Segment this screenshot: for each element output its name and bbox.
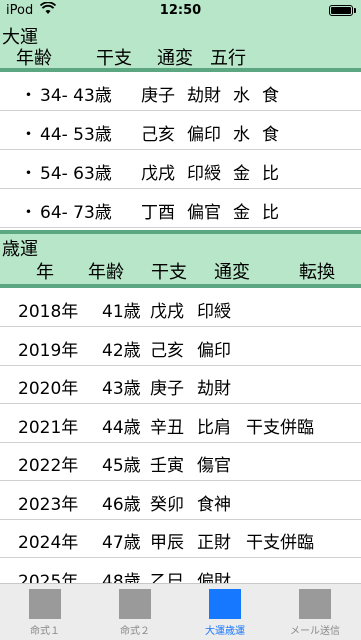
dayun-row[interactable]: ・ 44- 53歳 己亥 偏印水食	[0, 111, 361, 150]
year-row[interactable]: 2019年 42歳 己亥 偏印	[0, 327, 361, 366]
row-ganzhi: 辛丑	[150, 417, 184, 438]
row-year: 2022年	[18, 456, 79, 476]
row-tsuhen: 偏官	[187, 203, 221, 223]
saiun-column-header-row: 年 年齢 干支 通変 転換	[0, 258, 361, 288]
row-ganzhi: 戊戌	[141, 164, 175, 184]
col-age: 年齢	[88, 262, 124, 283]
tab-icon	[119, 589, 151, 619]
col-tsuhen: 通変	[214, 262, 250, 283]
row-relation: 食	[262, 86, 279, 106]
col-tsuhen: 通変	[157, 48, 193, 69]
row-tsuhen: 偏印	[197, 340, 231, 361]
row-ganzhi: 丁酉	[141, 203, 175, 223]
row-bullet: ・	[20, 86, 37, 106]
tab-icon	[29, 589, 61, 619]
row-age: 47歳	[102, 533, 141, 553]
clock: 12:50	[159, 3, 202, 18]
row-year: 2020年	[18, 379, 79, 399]
row-tsuhen: 傷官	[197, 456, 231, 476]
tab-label: 大運歳運	[205, 626, 245, 637]
dayun-row[interactable]: ・ 34- 43歳 庚子 劫財水食	[0, 72, 361, 111]
col-ganzhi: 干支	[96, 48, 132, 69]
tab-icon	[209, 589, 241, 619]
tab-meishiki1[interactable]: 命式１	[0, 584, 90, 640]
row-age: 45歳	[102, 456, 141, 476]
col-ganzhi: 干支	[151, 262, 187, 283]
row-tenkan: 干支併臨	[246, 417, 314, 438]
tab-bar: 命式１ 命式２ 大運歳運 メール送信	[0, 583, 361, 640]
col-age: 年齢	[16, 48, 52, 69]
saiun-header: 歳運	[0, 230, 361, 260]
col-gogyo: 五行	[210, 48, 246, 69]
row-relation: 比	[262, 164, 279, 184]
row-gogyo: 水	[233, 86, 250, 106]
status-bar: iPod 12:50	[0, 0, 361, 22]
row-tsuhen: 偏印	[187, 125, 221, 145]
row-year: 2018年	[18, 302, 79, 322]
dayun-row[interactable]: ・ 54- 63歳 戊戌 印綬金比	[0, 150, 361, 189]
tab-daiun-saiun[interactable]: 大運歳運	[180, 584, 270, 640]
row-gogyo: 金	[233, 203, 250, 223]
tab-mail[interactable]: メール送信	[270, 584, 360, 640]
col-year: 年	[36, 262, 54, 283]
row-tsuhen: 正財	[197, 533, 231, 553]
col-tenkan: 転換	[299, 262, 335, 283]
row-tsuhen: 印綬	[187, 164, 221, 184]
battery-icon	[329, 5, 353, 16]
row-tenkan: 干支併臨	[246, 533, 314, 553]
row-year: 2019年	[18, 340, 79, 361]
row-age: 34- 43歳	[40, 86, 112, 106]
row-ganzhi: 庚子	[141, 86, 175, 106]
row-age: 54- 63歳	[40, 164, 112, 184]
row-age: 43歳	[102, 379, 141, 399]
row-age: 41歳	[102, 302, 141, 322]
row-bullet: ・	[20, 203, 37, 223]
year-row[interactable]: 2018年 41歳 戊戌 印綬	[0, 288, 361, 327]
row-ganzhi: 壬寅	[150, 456, 184, 476]
row-relation: 食	[262, 125, 279, 145]
row-ganzhi: 己亥	[150, 340, 184, 361]
row-tsuhen: 印綬	[197, 302, 231, 322]
year-row[interactable]: 2022年 45歳 壬寅 傷官	[0, 442, 361, 481]
row-tsuhen: 劫財	[197, 379, 231, 399]
dayun-header: 大運 年齢 干支 通変 五行	[0, 22, 361, 72]
row-gogyo: 金	[233, 164, 250, 184]
row-ganzhi: 庚子	[150, 379, 184, 399]
row-age: 44- 53歳	[40, 125, 112, 145]
tab-label: メール送信	[290, 626, 340, 637]
tab-label: 命式２	[120, 626, 150, 637]
year-row[interactable]: 2021年 44歳 辛丑 比肩 干支併臨	[0, 404, 361, 443]
row-year: 2021年	[18, 417, 79, 438]
row-ganzhi: 己亥	[141, 125, 175, 145]
row-age: 42歳	[102, 340, 141, 361]
tab-label: 命式１	[30, 626, 60, 637]
tab-meishiki2[interactable]: 命式２	[90, 584, 180, 640]
dayun-row[interactable]: ・ 64- 73歳 丁酉 偏官金比	[0, 189, 361, 228]
year-row[interactable]: 2023年 46歳 癸卯 食神	[0, 481, 361, 520]
year-row[interactable]: 2024年 47歳 甲辰 正財 干支併臨	[0, 519, 361, 558]
row-age: 44歳	[102, 417, 141, 438]
tab-icon	[299, 589, 331, 619]
row-ganzhi: 癸卯	[150, 494, 184, 515]
row-ganzhi: 甲辰	[150, 533, 184, 553]
year-row[interactable]: 2020年 43歳 庚子 劫財	[0, 365, 361, 404]
battery-nub	[354, 8, 356, 13]
row-tsuhen: 劫財	[187, 86, 221, 106]
row-ganzhi: 戊戌	[150, 302, 184, 322]
row-year: 2023年	[18, 494, 79, 515]
row-gogyo: 水	[233, 125, 250, 145]
row-relation: 比	[262, 203, 279, 223]
row-age: 64- 73歳	[40, 203, 112, 223]
row-age: 46歳	[102, 494, 141, 515]
row-bullet: ・	[20, 164, 37, 184]
row-bullet: ・	[20, 125, 37, 145]
row-tsuhen: 食神	[197, 494, 231, 515]
row-tsuhen: 比肩	[197, 417, 231, 438]
row-year: 2024年	[18, 533, 79, 553]
